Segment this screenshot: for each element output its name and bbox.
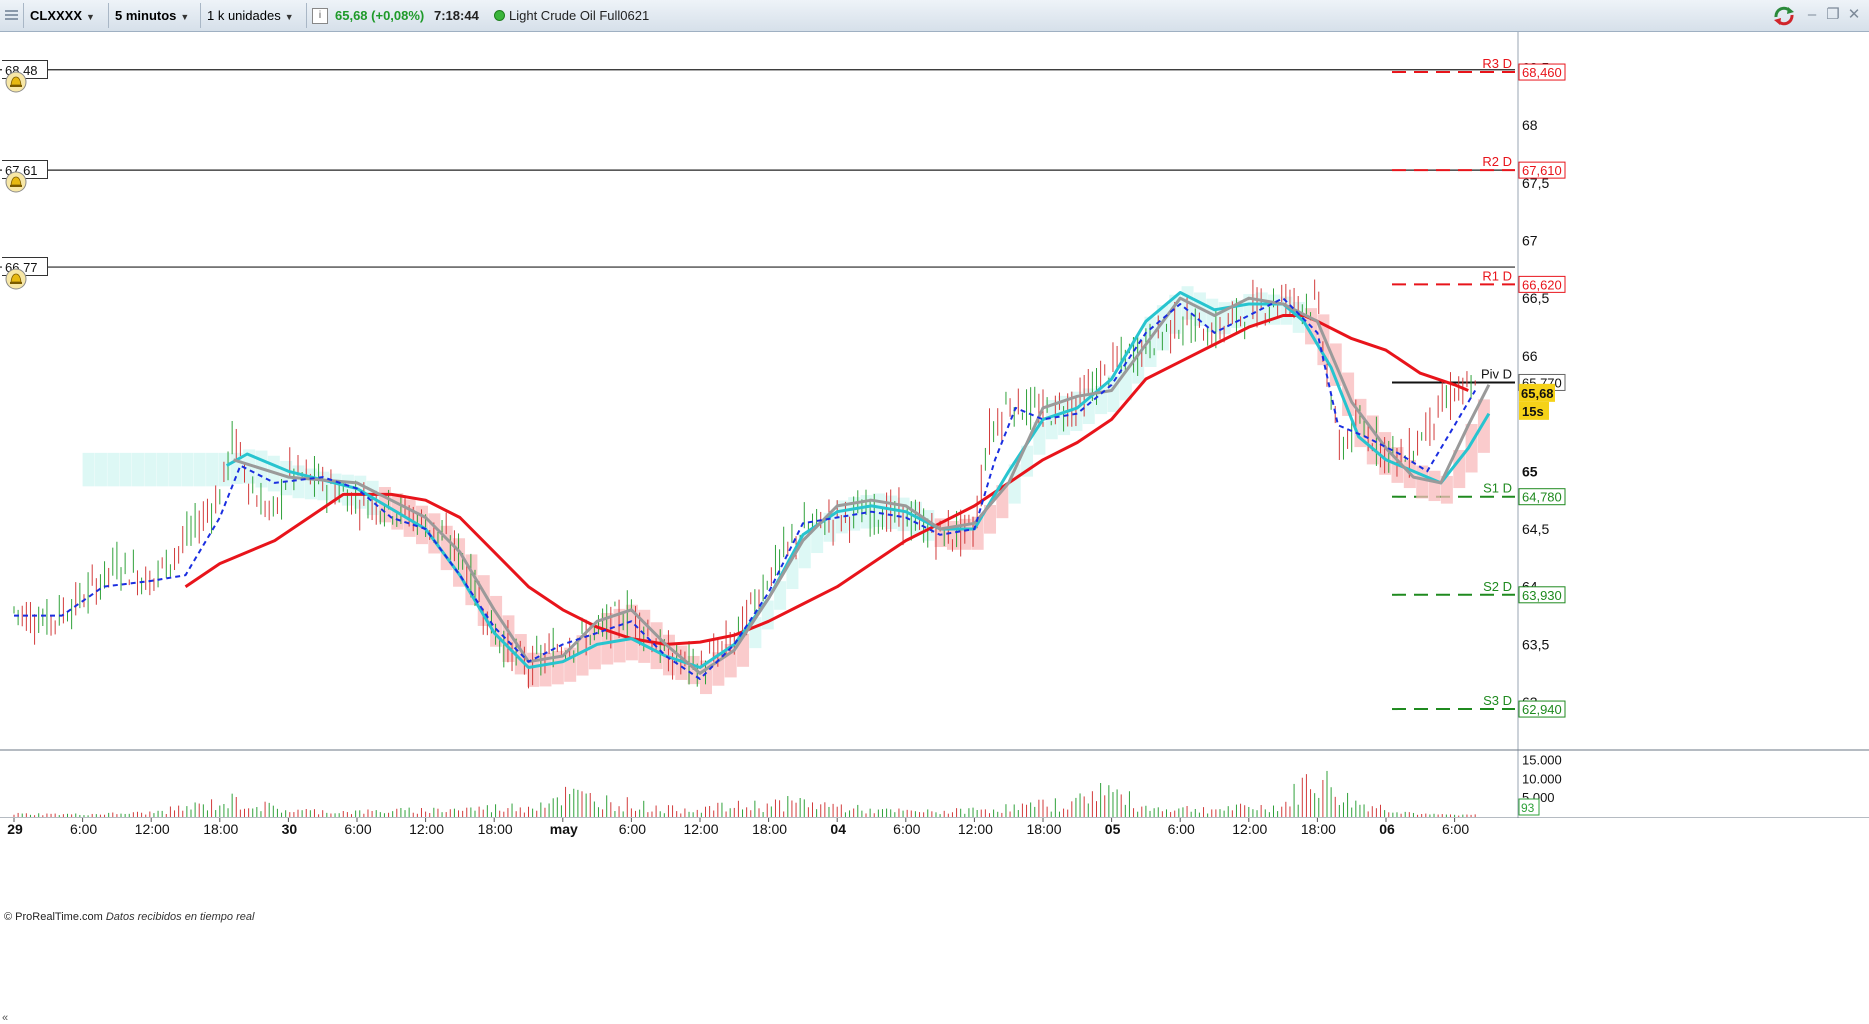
- cloud-segment: [82, 452, 95, 487]
- x-axis-tick-label: 6:00: [1168, 821, 1195, 837]
- chevron-down-icon: ▼: [180, 12, 190, 22]
- y-axis-tick-label: 67: [1522, 233, 1538, 249]
- price-chart[interactable]: 68,56867,56766,5666564,56463,563R3 D68,4…: [0, 32, 1869, 1024]
- x-axis-tick-label: 12:00: [1232, 821, 1267, 837]
- bell-icon[interactable]: [5, 268, 27, 290]
- cloud-segment: [119, 452, 132, 487]
- pivot-label: Piv D: [1481, 366, 1512, 381]
- x-axis-tick-label: 6:00: [619, 821, 646, 837]
- time-axis-background: [0, 818, 1869, 836]
- cloud-segment: [193, 452, 206, 487]
- pivot-value-text: 63,930: [1522, 588, 1562, 603]
- chevron-down-icon: ▼: [284, 12, 294, 22]
- pivot-value-text: 67,610: [1522, 163, 1562, 178]
- symbol-select[interactable]: CLXXXX ▼: [24, 3, 109, 28]
- pivot-label: S1 D: [1483, 481, 1512, 496]
- clock-time: 7:18:44: [434, 8, 479, 23]
- volume-tick-label: 15.000: [1522, 753, 1562, 768]
- pivot-label: S2 D: [1483, 579, 1512, 594]
- x-axis-tick-label: 05: [1105, 821, 1121, 837]
- y-axis-tick-label: 63,5: [1522, 636, 1549, 652]
- x-axis-tick-label: 06: [1379, 821, 1395, 837]
- cloud-segment: [1416, 465, 1429, 499]
- cloud-segment: [107, 452, 120, 487]
- status-dot: [494, 10, 505, 21]
- x-axis-tick-label: 12:00: [409, 821, 444, 837]
- y-axis-tick-label: 65: [1522, 463, 1538, 479]
- current-price-text: 65,68: [1521, 386, 1554, 401]
- pivot-label: S3 D: [1483, 693, 1512, 708]
- y-axis-tick-label: 68: [1522, 117, 1538, 133]
- pivot-label: R3 D: [1482, 56, 1512, 71]
- cloud-segment: [181, 452, 194, 487]
- minimize-icon[interactable]: –: [1802, 5, 1822, 25]
- grip-icon[interactable]: [0, 3, 24, 28]
- x-axis-tick-label: 12:00: [958, 821, 993, 837]
- copyright: © ProRealTime.com Datos recibidos en tie…: [4, 911, 254, 923]
- cloud-segment: [218, 452, 231, 487]
- cloud-segment: [144, 452, 157, 487]
- sync-icon[interactable]: [1770, 5, 1798, 27]
- pivot-label: R2 D: [1482, 154, 1512, 169]
- timeframe-select[interactable]: 5 minutos ▼: [109, 3, 201, 28]
- units-select[interactable]: 1 k unidades ▼: [201, 3, 307, 28]
- chart-background: [0, 32, 1869, 836]
- scroll-left-icon[interactable]: «: [2, 1012, 8, 1024]
- chart-canvas[interactable]: 68,56867,56766,5666564,56463,563R3 D68,4…: [0, 32, 1869, 1000]
- volume-last-text: 93: [1521, 801, 1535, 815]
- cloud-segment: [206, 452, 219, 487]
- cloud-segment: [169, 452, 182, 487]
- countdown-text: 15s: [1522, 404, 1544, 419]
- bell-icon[interactable]: [5, 171, 27, 193]
- x-axis-tick-label: 18:00: [1026, 821, 1061, 837]
- bell-icon[interactable]: [5, 71, 27, 93]
- x-axis-tick-label: 12:00: [683, 821, 718, 837]
- cloud-segment: [131, 452, 144, 487]
- x-axis-tick-label: 6:00: [1442, 821, 1469, 837]
- price-change: 65,68 (+0,08%): [335, 8, 425, 23]
- x-axis-tick-label: 18:00: [1301, 821, 1336, 837]
- pivot-value-text: 68,460: [1522, 65, 1562, 80]
- units-label: 1 k unidades: [207, 8, 281, 23]
- x-axis-tick-label: 29: [7, 821, 23, 837]
- pivot-value-text: 62,940: [1522, 702, 1562, 717]
- symbol-label: CLXXXX: [30, 8, 83, 23]
- x-axis-tick-label: may: [550, 821, 578, 837]
- cloud-segment: [1428, 470, 1441, 502]
- cloud-segment: [156, 452, 169, 487]
- chevron-down-icon: ▼: [86, 12, 95, 22]
- y-axis-tick-label: 66: [1522, 348, 1538, 364]
- x-axis-tick-label: 30: [282, 821, 298, 837]
- x-axis-tick-label: 18:00: [478, 821, 513, 837]
- volume-tick-label: 10.000: [1522, 771, 1562, 786]
- x-axis-tick-label: 6:00: [893, 821, 920, 837]
- copyright-note: Datos recibidos en tiempo real: [105, 911, 255, 923]
- restore-icon[interactable]: ❐: [1823, 5, 1843, 25]
- x-axis-tick-label: 18:00: [203, 821, 238, 837]
- info-icon[interactable]: i: [312, 8, 328, 24]
- close-icon[interactable]: ✕: [1844, 5, 1864, 25]
- cloud-segment: [94, 452, 107, 487]
- x-axis-tick-label: 18:00: [752, 821, 787, 837]
- timeframe-label: 5 minutos: [115, 8, 177, 23]
- pivot-value-text: 64,780: [1522, 490, 1562, 505]
- instrument-name: Light Crude Oil Full0621: [509, 8, 650, 23]
- chart-toolbar: CLXXXX ▼ 5 minutos ▼ 1 k unidades ▼ i 65,68…: [0, 0, 1869, 32]
- x-axis-tick-label: 6:00: [344, 821, 371, 837]
- y-axis-tick-label: 64,5: [1522, 521, 1549, 537]
- x-axis-tick-label: 12:00: [135, 821, 170, 837]
- x-axis-tick-label: 6:00: [70, 821, 97, 837]
- pivot-label: R1 D: [1482, 268, 1512, 283]
- pivot-value-text: 66,620: [1522, 277, 1562, 292]
- copyright-brand: © ProRealTime.com: [4, 911, 103, 923]
- x-axis-tick-label: 04: [830, 821, 846, 837]
